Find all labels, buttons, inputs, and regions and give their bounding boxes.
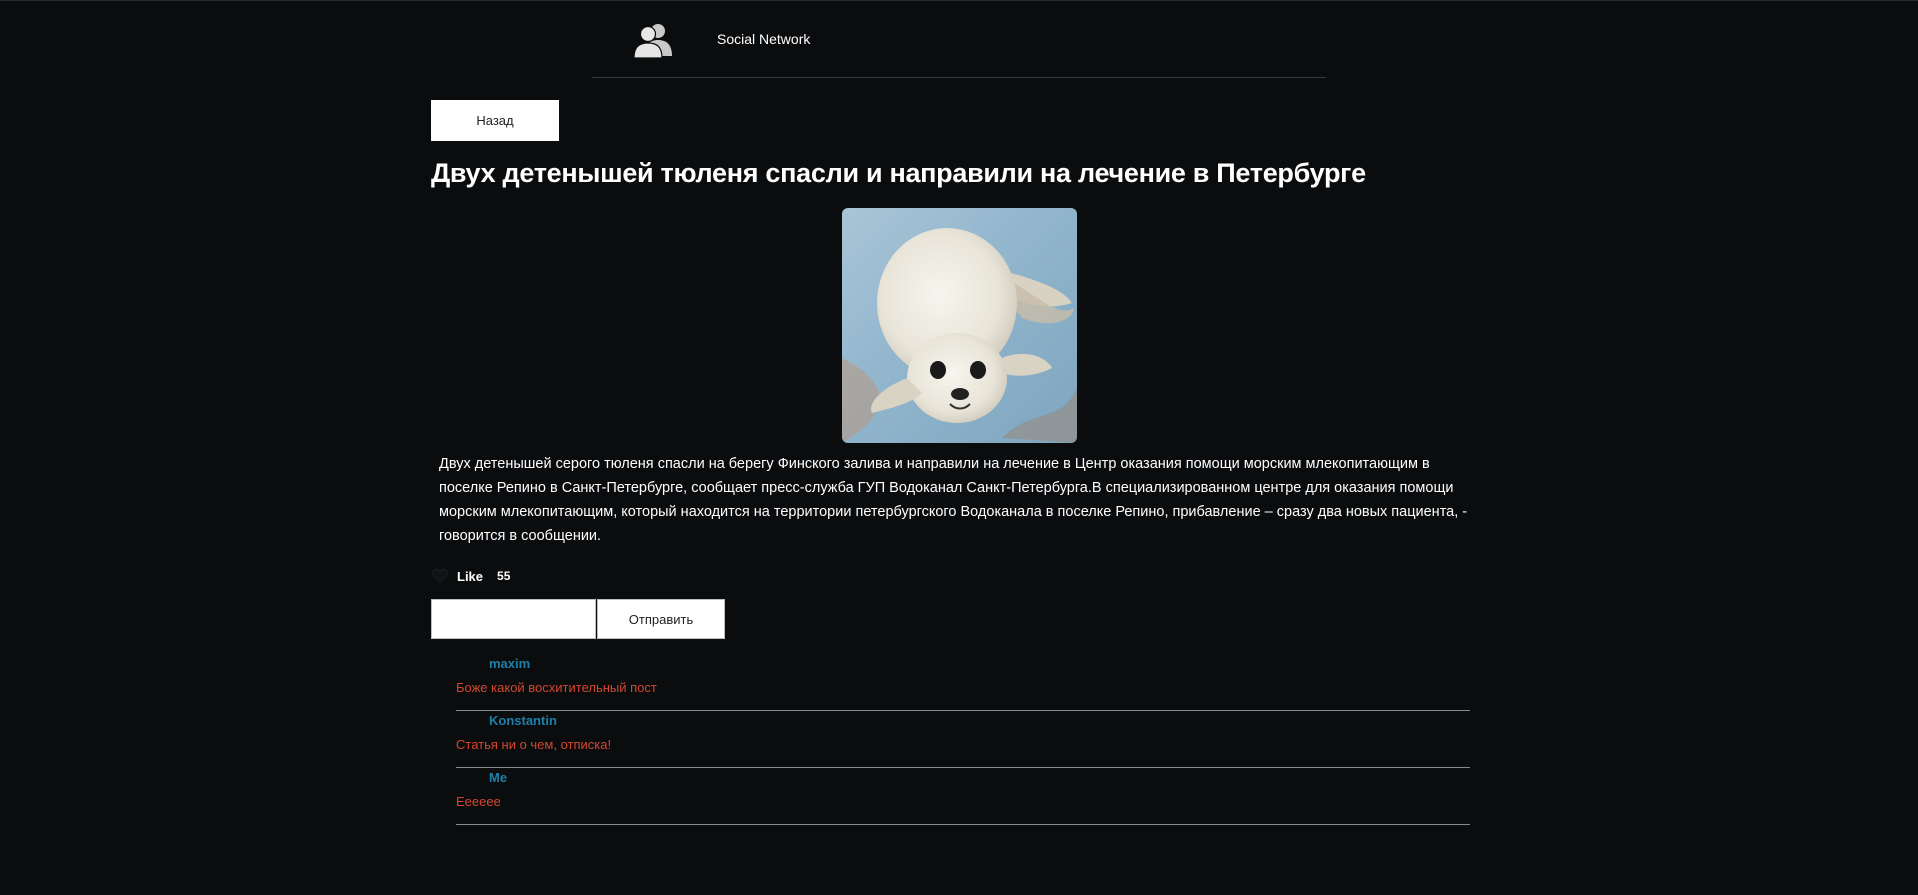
back-button[interactable]: Назад (431, 100, 559, 141)
send-button[interactable]: Отправить (597, 599, 725, 639)
post-title: Двух детенышей тюленя спасли и направили… (431, 158, 1366, 188)
comment-text: Ееееее (456, 794, 501, 809)
comment-text: Статья ни о чем, отписка! (456, 737, 612, 752)
comment-author[interactable]: Konstantin (489, 713, 557, 728)
like-count: 55 (497, 569, 511, 583)
comment-item: maxim Боже какой восхитительный пост (456, 654, 1470, 711)
like-label[interactable]: Like (457, 569, 483, 584)
seal-pup-illustration (842, 208, 1077, 443)
comment-author[interactable]: Me (489, 770, 507, 785)
site-brand[interactable]: Social Network (717, 31, 810, 47)
like-row: Like 55 (431, 566, 510, 586)
comment-list: maxim Боже какой восхитительный пост Kon… (456, 654, 1470, 825)
users-icon[interactable] (632, 22, 674, 58)
comment-item: Me Ееееее (456, 768, 1470, 825)
comment-text: Боже какой восхитительный пост (456, 680, 657, 695)
comment-item: Konstantin Статья ни о чем, отписка! (456, 711, 1470, 768)
comment-author[interactable]: maxim (489, 656, 530, 671)
site-header: Social Network (592, 0, 1326, 78)
comment-input[interactable] (431, 599, 596, 639)
heart-icon[interactable] (431, 568, 449, 584)
post-image (842, 208, 1077, 443)
post-body: Двух детенышей серого тюленя спасли на б… (439, 456, 1468, 544)
